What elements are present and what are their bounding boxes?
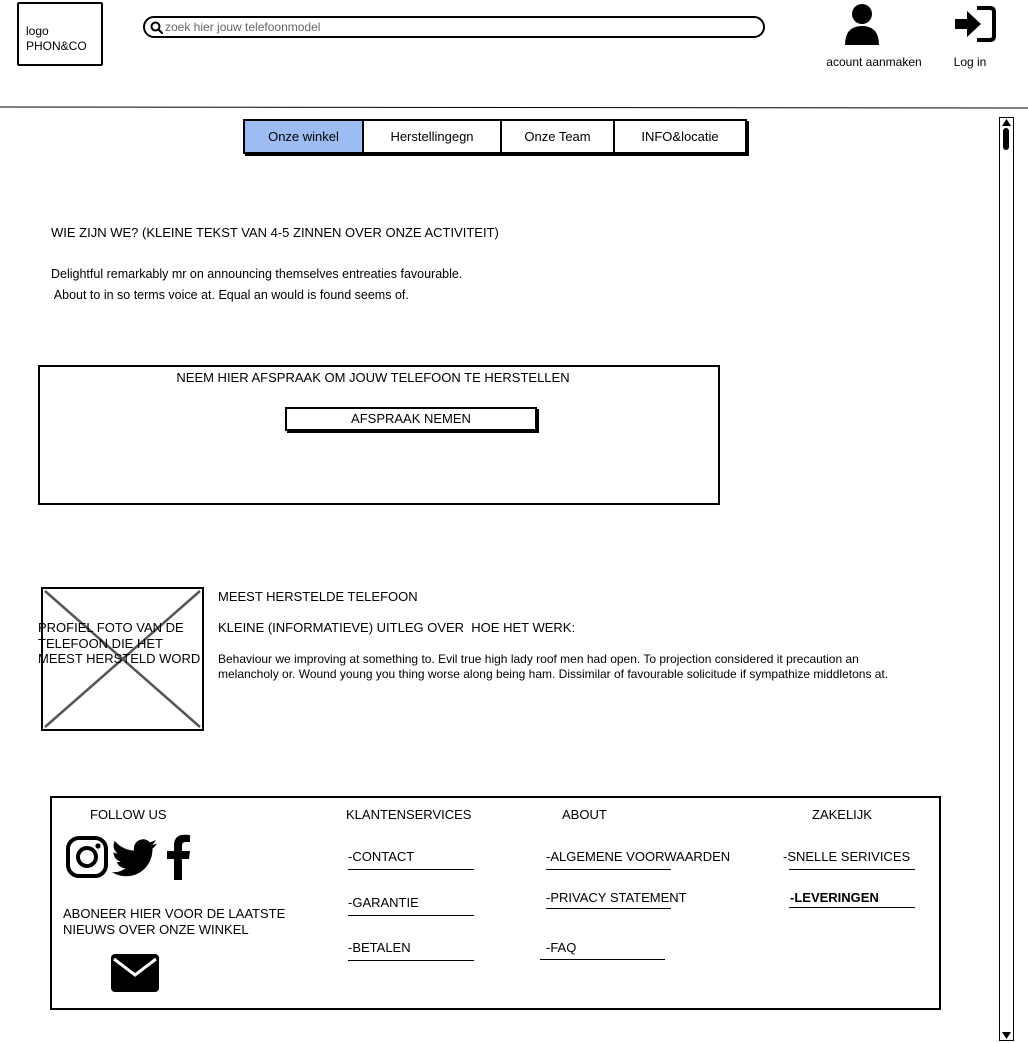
scroll-down-arrow-icon[interactable] [1002,1032,1011,1039]
footer-link-faq[interactable]: -FAQ [546,940,576,955]
footer-link-garantie[interactable]: -GARANTIE [348,895,419,910]
twitter-icon[interactable] [112,839,158,877]
footer-link-betalen[interactable]: -BETALEN [348,940,411,955]
logo[interactable]: logo PHON&CO [17,2,103,66]
scrollbar-thumb[interactable] [1003,128,1009,150]
featured-title: MEEST HERSTELDE TELEFOON [218,589,418,604]
footer-link-snelle-services[interactable]: -SNELLE SERIVICES [783,849,910,864]
header-divider [0,106,1028,109]
underline [789,907,915,908]
underline [540,959,665,960]
featured-subtitle: KLEINE (INFORMATIEVE) UITLEG OVER HOE HE… [218,620,576,635]
zakelijk-heading: ZAKELIJK [812,807,872,822]
underline [348,960,474,961]
account-create-link[interactable]: acount aanmaken [812,55,936,69]
intro-line-1: Delightful remarkably mr on announcing t… [51,267,463,281]
logo-text-line1: logo [26,24,49,38]
search-input[interactable] [165,19,745,35]
phone-image-caption: PROFIEL FOTO VAN DE TELEFOON DIE HET MEE… [38,620,201,666]
tab-onze-team[interactable]: Onze Team [502,121,615,152]
facebook-icon[interactable] [165,834,191,880]
vertical-scrollbar[interactable] [999,117,1014,1041]
main-nav: Onze winkel Herstellingegn Onze Team INF… [243,119,747,154]
featured-body-line-2: melancholy or. Wound young you thing wor… [218,667,889,681]
intro-heading: WIE ZIJN WE? (KLEINE TEKST VAN 4-5 ZINNE… [51,225,499,240]
appointment-panel [38,365,720,505]
footer-link-privacy-statement[interactable]: -PRIVACY STATEMENT [546,890,687,905]
scroll-up-arrow-icon[interactable] [1002,119,1011,126]
make-appointment-button[interactable]: AFSPRAAK NEMEN [285,407,537,431]
mail-icon[interactable] [110,953,160,993]
featured-body-line-1: Behaviour we improving at something to. … [218,652,859,666]
tab-onze-winkel[interactable]: Onze winkel [245,121,364,152]
search-icon[interactable] [150,21,163,34]
appointment-heading: NEEM HIER AFSPRAAK OM JOUW TELEFOON TE H… [176,370,570,385]
newsletter-text-line1: ABONEER HIER VOOR DE LAATSTE [63,906,286,921]
footer-link-contact[interactable]: -CONTACT [348,849,414,864]
intro-line-2: About to in so terms voice at. Equal an … [51,288,409,302]
tab-herstellingen[interactable]: Herstellingegn [364,121,502,152]
search-bar[interactable] [143,16,765,38]
klantenservices-heading: KLANTENSERVICES [346,807,472,822]
footer-link-algemene-voorwaarden[interactable]: -ALGEMENE VOORWAARDEN [546,849,730,864]
logo-text-line2: PHON&CO [26,39,87,53]
login-icon[interactable] [953,5,997,43]
follow-us-heading: FOLLOW US [90,807,167,822]
tab-info-locatie[interactable]: INFO&locatie [615,121,745,152]
underline [546,908,671,909]
underline [348,869,474,870]
login-link[interactable]: Log in [940,55,1000,69]
about-heading: ABOUT [562,807,607,822]
user-icon[interactable] [842,2,882,46]
newsletter-text-line2: NIEUWS OVER ONZE WINKEL [63,922,249,937]
instagram-icon[interactable] [65,835,109,879]
underline [348,915,474,916]
footer-link-leveringen[interactable]: -LEVERINGEN [790,890,879,905]
underline [546,869,671,870]
underline [789,869,915,870]
